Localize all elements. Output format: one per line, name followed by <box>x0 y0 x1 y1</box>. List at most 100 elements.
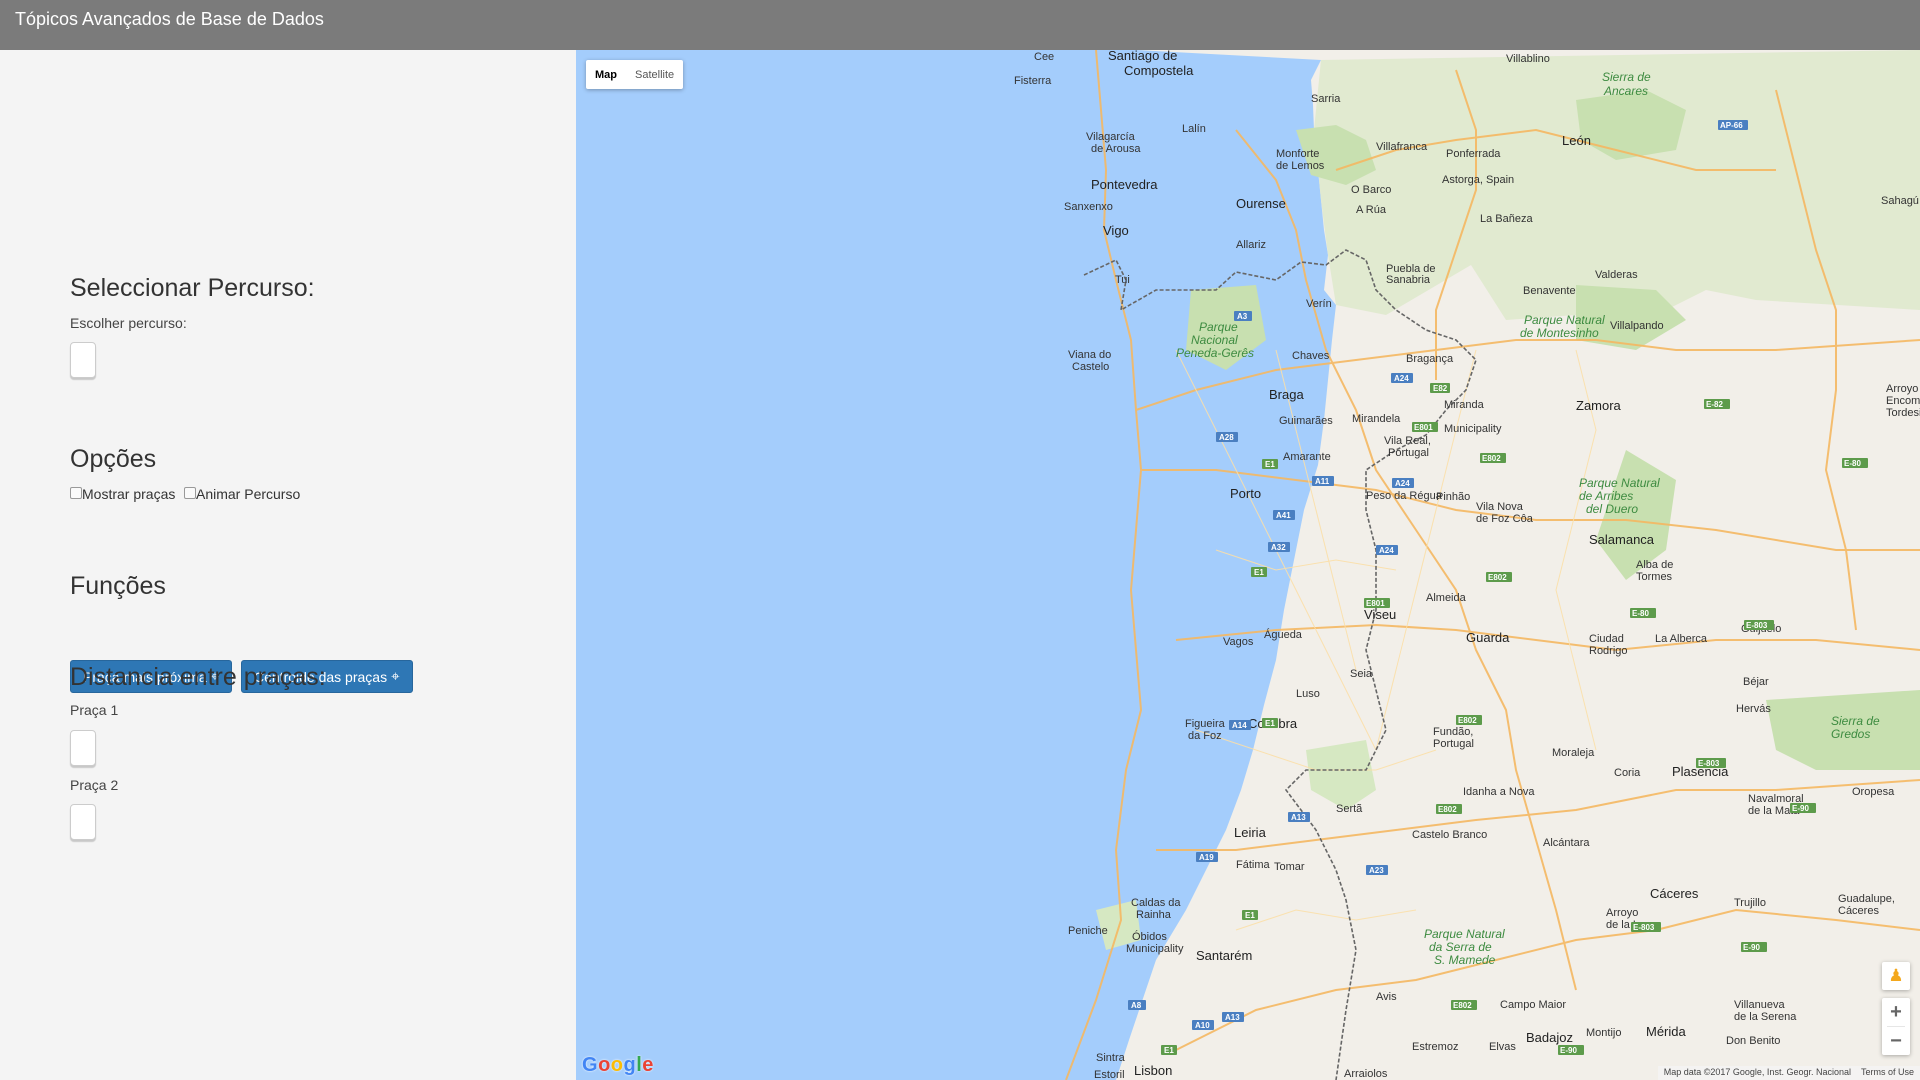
svg-text:AP-66: AP-66 <box>1720 121 1743 130</box>
sidebar-panel: Seleccionar Percurso: Escolher percurso:… <box>0 50 576 1080</box>
place-label-alba: Alba de <box>1636 559 1673 571</box>
place-label-tomar: Tomar <box>1274 861 1305 873</box>
place-label-fisterra: Fisterra <box>1014 75 1052 87</box>
place-label-almeida: Almeida <box>1426 592 1467 604</box>
place-label-vagos: Vagos <box>1223 636 1254 648</box>
place-label-ponferrada: Ponferrada <box>1446 148 1501 160</box>
place-label-laalberca: La Alberca <box>1655 633 1708 645</box>
map-attribution: Map data ©2017 Google, Inst. Geogr. Naci… <box>1657 1066 1920 1080</box>
place-label-allariz: Allariz <box>1236 239 1266 251</box>
place-label-leon: León <box>1562 133 1591 148</box>
place-label-agueda: Águeda <box>1264 628 1303 641</box>
place-label-vilareal: Vila Real, <box>1384 435 1431 447</box>
svg-text:A32: A32 <box>1271 543 1286 552</box>
place-label-alcantara: Alcántara <box>1543 837 1590 849</box>
show-squares-checkbox[interactable] <box>70 487 82 499</box>
place-label-sarria: Sarria <box>1311 93 1341 105</box>
top-navbar: Tópicos Avançados de Base de Dados <box>0 0 1920 50</box>
place-label-obidos-2: Municipality <box>1126 943 1184 955</box>
place-label-vilagarcia: Vilagarcía <box>1086 131 1136 143</box>
google-logo[interactable]: Google <box>582 1054 654 1077</box>
svg-text:A3: A3 <box>1237 312 1248 321</box>
place-label-amarante: Amarante <box>1283 451 1331 463</box>
svg-text:A41: A41 <box>1276 511 1291 520</box>
terms-of-use-link[interactable]: Terms of Use <box>1861 1067 1914 1079</box>
map-canvas[interactable]: Cee Santiago de Compostela Fisterra Vila… <box>576 50 1920 1080</box>
place-label-labaneza: La Bañeza <box>1480 213 1533 225</box>
svg-text:E-90: E-90 <box>1792 804 1809 813</box>
place-label-arroyoluz: Arroyo <box>1606 907 1638 919</box>
place-label-braganca: Bragança <box>1406 353 1454 365</box>
svg-text:E802: E802 <box>1482 454 1501 463</box>
svg-text:E1: E1 <box>1265 719 1275 728</box>
park-label-geres-3: Peneda-Gerês <box>1176 346 1254 360</box>
place-label-tordesillas: Tordesi <box>1886 407 1920 419</box>
place-label-fundao-2: Portugal <box>1433 738 1474 750</box>
place-label-peso: Peso da Régua <box>1366 490 1443 502</box>
place-label-fozcoa-2: de Foz Côa <box>1476 513 1534 525</box>
place-label-viana-2: Castelo <box>1072 361 1109 373</box>
place-label-montijo: Montijo <box>1586 1027 1621 1039</box>
park-label-mamede-2: da Serra de <box>1429 940 1492 954</box>
svg-text:A28: A28 <box>1219 433 1234 442</box>
place-label-arraiolos: Arraiolos <box>1344 1068 1388 1080</box>
route-select[interactable] <box>70 342 96 378</box>
park-label-ancares: Sierra de <box>1602 70 1651 84</box>
place-label-astorga: Astorga, Spain <box>1442 174 1514 186</box>
place-label-avis: Avis <box>1376 991 1397 1003</box>
map-tiles: Cee Santiago de Compostela Fisterra Vila… <box>1014 50 1920 1080</box>
place-label-monforte: Monforte <box>1276 148 1319 160</box>
place-label-viana: Viana do <box>1068 349 1111 361</box>
place-label-valderas: Valderas <box>1595 269 1638 281</box>
svg-text:A13: A13 <box>1225 1013 1240 1022</box>
svg-text:E801: E801 <box>1414 423 1433 432</box>
place-label-figueira: Figueira <box>1185 718 1226 730</box>
place-label-guarda: Guarda <box>1466 630 1510 645</box>
animate-route-option[interactable]: Animar Percurso <box>184 486 300 502</box>
map-type-map-button[interactable]: Map <box>586 69 626 81</box>
app-title[interactable]: Tópicos Avançados de Base de Dados <box>15 9 324 30</box>
place-label-peniche: Peniche <box>1068 925 1108 937</box>
park-label-mamede-3: S. Mamede <box>1434 953 1496 967</box>
place-label-estoril: Estoril <box>1094 1069 1125 1080</box>
map-type-satellite-button[interactable]: Satellite <box>626 69 683 81</box>
place-label-oropesa: Oropesa <box>1852 786 1895 798</box>
place-label-arroyo: Arroyo <box>1886 383 1918 395</box>
street-view-pegman-icon[interactable]: ♟ <box>1882 962 1910 990</box>
svg-text:A14: A14 <box>1232 721 1247 730</box>
place-label-verin: Verín <box>1306 298 1332 310</box>
svg-text:A24: A24 <box>1394 374 1409 383</box>
svg-text:E1: E1 <box>1245 911 1255 920</box>
svg-text:E802: E802 <box>1488 573 1507 582</box>
show-squares-option[interactable]: Mostrar praças <box>70 486 175 502</box>
place-label-serta: Sertã <box>1336 803 1363 815</box>
place-label-sanxenxo: Sanxenxo <box>1064 201 1113 213</box>
place-label-hervas: Hervás <box>1736 703 1771 715</box>
svg-text:E802: E802 <box>1458 716 1477 725</box>
place-label-trujillo: Trujillo <box>1734 897 1766 909</box>
svg-text:E802: E802 <box>1438 805 1457 814</box>
place-label-seia: Seia <box>1350 668 1373 680</box>
square1-select[interactable] <box>70 730 96 766</box>
park-label-montesinho-2: de Montesinho <box>1520 326 1599 340</box>
place-label-bejar: Béjar <box>1743 676 1769 688</box>
place-label-badajoz: Badajoz <box>1526 1030 1573 1045</box>
square2-select[interactable] <box>70 804 96 840</box>
place-label-braga: Braga <box>1269 387 1304 402</box>
place-label-chaves: Chaves <box>1292 350 1330 362</box>
svg-text:E-90: E-90 <box>1743 943 1760 952</box>
svg-text:E-82: E-82 <box>1706 400 1723 409</box>
distance-section-heading: Distancia entre praças: <box>70 663 326 691</box>
place-label-leiria: Leiria <box>1234 825 1267 840</box>
place-label-alba-2: Tormes <box>1636 571 1673 583</box>
animate-route-checkbox[interactable] <box>184 487 196 499</box>
options-section-heading: Opções <box>70 445 157 473</box>
zoom-out-button[interactable]: − <box>1882 1027 1910 1055</box>
place-label-villafranca: Villafranca <box>1376 141 1428 153</box>
zoom-in-button[interactable]: + <box>1882 998 1910 1026</box>
place-label-caldas-2: Rainha <box>1136 909 1172 921</box>
place-label-villalpando: Villalpando <box>1610 320 1664 332</box>
place-label-coria: Coria <box>1614 767 1641 779</box>
place-label-merida: Mérida <box>1646 1024 1687 1039</box>
place-label-figueira-2: da Foz <box>1188 730 1222 742</box>
